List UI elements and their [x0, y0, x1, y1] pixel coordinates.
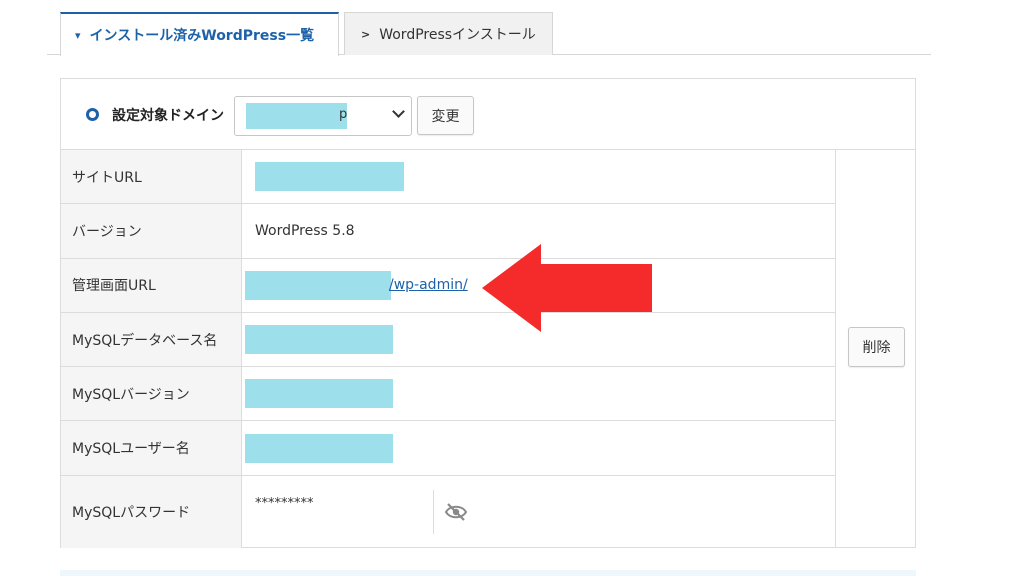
chevron-down-icon	[392, 105, 405, 118]
tab-installed-wordpress-list[interactable]: ▾ インストール済みWordPress一覧	[60, 12, 339, 56]
tab-bar: ▾ インストール済みWordPress一覧 > WordPressインストール	[47, 12, 931, 56]
redacted-db-name	[245, 325, 393, 355]
admin-url-label: 管理画面URL	[61, 258, 242, 312]
version-label: バージョン	[61, 204, 242, 258]
redacted-admin-url	[245, 270, 391, 300]
mysql-password-value: *********	[243, 476, 835, 548]
chevron-down-icon: ▾	[75, 28, 81, 42]
red-arrow-annotation	[482, 244, 652, 332]
admin-url-link[interactable]: /wp-admin/	[389, 277, 468, 293]
site-url-label: サイトURL	[61, 150, 242, 204]
eye-slash-icon[interactable]	[444, 502, 468, 522]
tab-wordpress-install[interactable]: > WordPressインストール	[344, 12, 553, 55]
chevron-right-icon: >	[361, 27, 371, 41]
mysql-password-label: MySQLパスワード	[61, 475, 242, 548]
table-row: MySQLパスワード *********	[61, 475, 835, 548]
mysql-user-value	[243, 421, 835, 474]
info-table: サイトURL バージョン WordPress 5.8 管理画面URL /wp-a…	[61, 150, 835, 548]
mysql-version-value	[243, 367, 835, 420]
tab-install-label: WordPressインストール	[379, 27, 536, 43]
mysql-version-label: MySQLバージョン	[61, 367, 242, 421]
tab-installed-label: インストール済みWordPress一覧	[89, 28, 315, 44]
delete-cell: 削除	[835, 150, 915, 547]
domain-selector-row: 設定対象ドメイン p 変更	[61, 79, 915, 150]
site-url-value	[243, 150, 835, 203]
table-row: バージョン WordPress 5.8	[61, 204, 835, 259]
radio-circle-icon	[86, 108, 99, 121]
table-row: サイトURL	[61, 150, 835, 205]
table-row: MySQLユーザー名	[61, 421, 835, 476]
redacted-mysql-user	[245, 433, 393, 463]
mysql-user-label: MySQLユーザー名	[61, 421, 242, 475]
divider	[433, 489, 434, 534]
redacted-domain	[246, 103, 347, 129]
redacted-mysql-version	[245, 379, 393, 409]
table-row: MySQLバージョン	[61, 367, 835, 422]
table-row: MySQLデータベース名	[61, 312, 835, 368]
domain-label: 設定対象ドメイン	[112, 108, 224, 124]
password-masked-text: *********	[255, 496, 314, 512]
redacted-site-url	[255, 162, 404, 192]
mysql-db-name-label: MySQLデータベース名	[61, 312, 242, 367]
next-section-edge	[60, 570, 916, 576]
domain-select[interactable]: p	[234, 96, 412, 136]
domain-select-value-tail: p	[339, 107, 348, 122]
change-domain-button[interactable]: 変更	[417, 96, 474, 135]
delete-button[interactable]: 削除	[848, 327, 905, 367]
table-row: 管理画面URL /wp-admin/	[61, 258, 835, 313]
